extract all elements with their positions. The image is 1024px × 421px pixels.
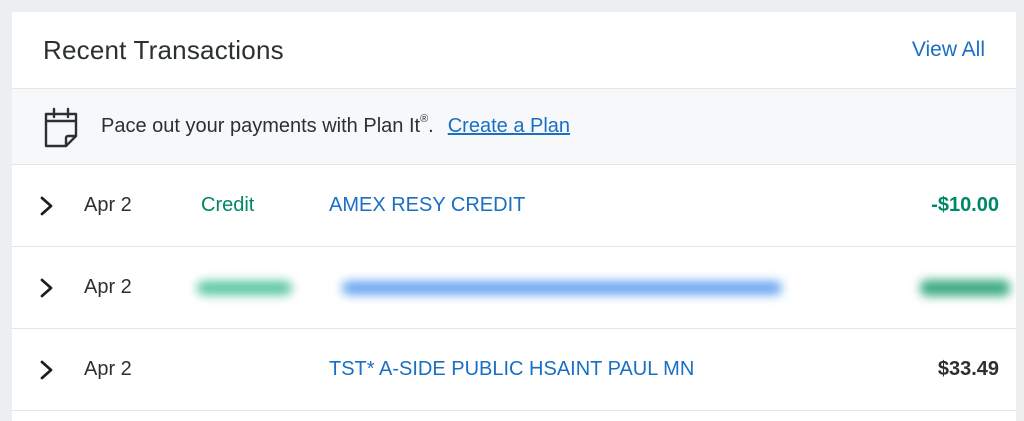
transaction-row-redacted[interactable]: Apr 2 [12,247,1016,329]
plan-it-text: Pace out your payments with Plan It®. [101,113,434,137]
redacted-amount [920,279,1010,296]
transaction-date: Apr 2 [84,194,132,216]
transaction-type: Credit [201,194,255,216]
chevron-right-icon[interactable] [39,277,55,299]
transaction-description[interactable]: TST* A-SIDE PUBLIC HSAINT PAUL MN [329,358,694,381]
view-all-link[interactable]: View All [912,38,985,62]
plan-it-banner: Pace out your payments with Plan It®. Cr… [12,89,1016,165]
transaction-date: Apr 2 [84,358,132,380]
recent-transactions-card: Recent Transactions View All Pace out yo… [12,12,1016,421]
chevron-right-icon[interactable] [39,195,55,217]
transaction-row[interactable]: Apr 2 Credit AMEX RESY CREDIT -$10.00 [12,165,1016,247]
calendar-icon [43,105,81,149]
registered-mark: ® [420,113,429,126]
card-title: Recent Transactions [43,34,284,65]
redacted-type [197,280,292,295]
transaction-description[interactable]: AMEX RESY CREDIT [329,194,525,217]
transaction-amount: -$10.00 [931,194,999,216]
transaction-row[interactable]: Apr 2 TST* A-SIDE PUBLIC HSAINT PAUL MN … [12,329,1016,411]
redacted-description [342,280,782,295]
create-plan-link[interactable]: Create a Plan [448,115,570,138]
transaction-date: Apr 2 [84,276,132,298]
chevron-right-icon[interactable] [39,359,55,381]
card-header: Recent Transactions View All [12,12,1016,89]
transaction-amount: $33.49 [937,358,999,380]
